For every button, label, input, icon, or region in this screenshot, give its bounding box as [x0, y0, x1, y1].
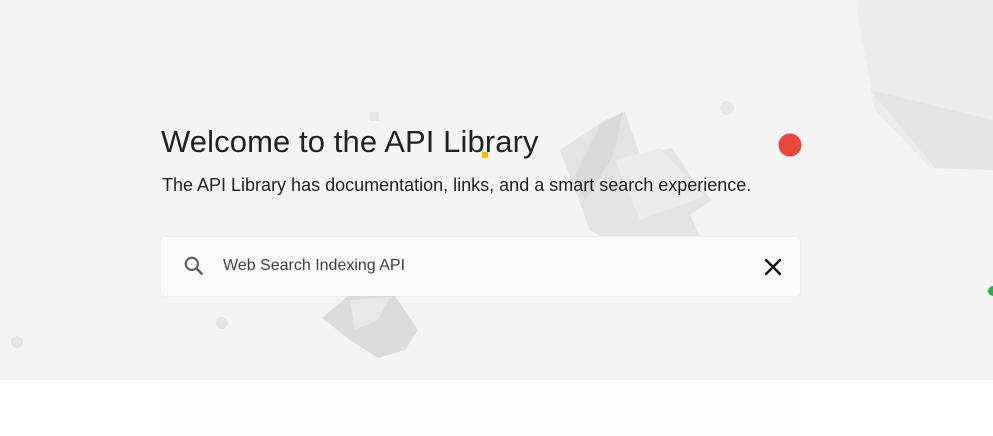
- search-bar: [161, 237, 800, 296]
- search-icon: [181, 253, 207, 279]
- content-area: [0, 380, 993, 436]
- clear-search-button[interactable]: [759, 253, 787, 281]
- results-panel: [160, 380, 800, 436]
- close-icon: [764, 258, 782, 276]
- search-input[interactable]: [223, 251, 743, 281]
- page-title: Welcome to the API Library: [161, 124, 539, 159]
- page-subtitle: The API Library has documentation, links…: [162, 175, 752, 195]
- hero-banner: Welcome to the API Library The API Libra…: [0, 0, 993, 380]
